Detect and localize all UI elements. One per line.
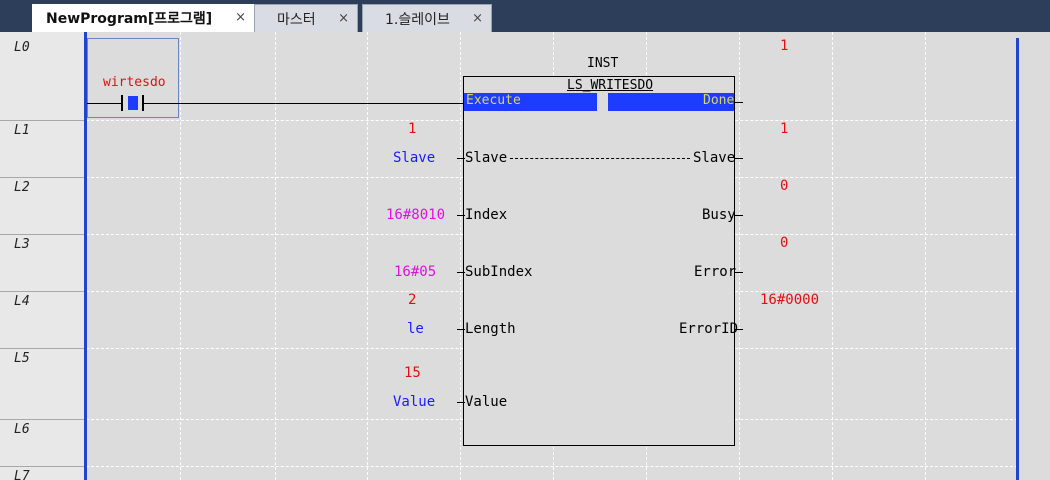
row-label: L1 (14, 123, 30, 138)
row-label: L2 (14, 180, 30, 195)
fb-output-done: Done (703, 93, 735, 108)
fb-input-subindex: SubIndex (465, 264, 533, 280)
value-input-variable: Value (393, 394, 436, 410)
pin-done (735, 102, 743, 103)
row-separator (0, 348, 86, 349)
value-input-value: 15 (404, 365, 421, 381)
length-input-value: 2 (408, 292, 417, 308)
done-value: 1 (780, 38, 789, 54)
slave-input-variable: Slave (393, 150, 436, 166)
subindex-constant: 16#05 (394, 264, 437, 280)
busy-value: 0 (780, 178, 789, 194)
fb-input-value: Value (465, 394, 508, 410)
ladder-editor[interactable]: L0 L1 L2 L3 L4 L5 L6 L7 wirtesdo INST LS… (0, 32, 1050, 480)
passthrough-line (510, 158, 690, 159)
row-label: L4 (14, 294, 30, 309)
pin-busy (735, 215, 743, 216)
fb-input-index: Index (465, 207, 508, 223)
row-label: L3 (14, 237, 30, 252)
pin-error (735, 272, 743, 273)
tab-slave[interactable]: 1.슬레이브 × (362, 4, 492, 32)
tab-bar: NewProgram[프로그램] × 마스터 × 1.슬레이브 × (0, 0, 1050, 32)
fb-output-errorid: ErrorID (679, 321, 739, 337)
tab-newprogram[interactable]: NewProgram[프로그램] × (32, 4, 254, 32)
pin-length (457, 329, 465, 330)
row-separator (0, 234, 86, 235)
row-separator (0, 419, 86, 420)
tab-master[interactable]: 마스터 × (254, 4, 358, 32)
grid-line (275, 32, 276, 480)
close-icon[interactable]: × (338, 11, 349, 26)
row-label: L6 (14, 422, 30, 437)
row-separator (0, 120, 86, 121)
tab-label: 1.슬레이브 (385, 11, 450, 28)
fb-input-length: Length (465, 321, 516, 337)
pin-index (457, 215, 465, 216)
index-constant: 16#8010 (386, 207, 446, 223)
grid-line (86, 466, 1018, 467)
row-gutter (0, 32, 86, 480)
pin-subindex (457, 272, 465, 273)
grid-line (180, 32, 181, 480)
slave-input-value: 1 (408, 121, 417, 137)
fb-instance-name: INST (587, 56, 619, 71)
close-icon[interactable]: × (472, 11, 483, 26)
wire-to-execute (144, 103, 464, 104)
tab-label: 마스터 (277, 11, 316, 28)
row-label: L5 (14, 351, 30, 366)
pin-errorid (735, 329, 743, 330)
pin-slave-out (735, 158, 743, 159)
grid-line (925, 32, 926, 480)
contact-active-fill (128, 96, 138, 110)
row-separator (0, 466, 86, 467)
fb-output-slave: Slave (693, 150, 736, 166)
fb-input-execute: Execute (466, 93, 521, 108)
grid-line (739, 32, 740, 480)
fb-type-name: LS_WRITESDO (567, 78, 654, 93)
row-separator (0, 291, 86, 292)
right-power-rail (1016, 38, 1019, 480)
close-icon[interactable]: × (235, 10, 246, 25)
row-separator (0, 177, 86, 178)
wire (87, 103, 121, 104)
grid-line (367, 32, 368, 480)
contact-bar-left (121, 95, 123, 111)
error-value: 0 (780, 235, 789, 251)
tab-label: NewProgram[프로그램] (46, 11, 213, 27)
function-block-ls-writesdo[interactable] (463, 76, 735, 446)
pin-value (457, 402, 465, 403)
fb-output-busy: Busy (702, 207, 736, 223)
grid-line (832, 32, 833, 480)
row-label: L0 (14, 40, 30, 55)
pin-slave-in (457, 158, 465, 159)
contact-variable: wirtesdo (103, 75, 166, 90)
grid-line (460, 32, 461, 480)
slave-output-value: 1 (780, 121, 789, 137)
errorid-value: 16#0000 (760, 292, 820, 308)
fb-output-error: Error (694, 264, 737, 280)
row-label: L7 (14, 469, 30, 480)
fb-input-slave: Slave (465, 150, 508, 166)
length-input-variable: le (407, 321, 424, 337)
